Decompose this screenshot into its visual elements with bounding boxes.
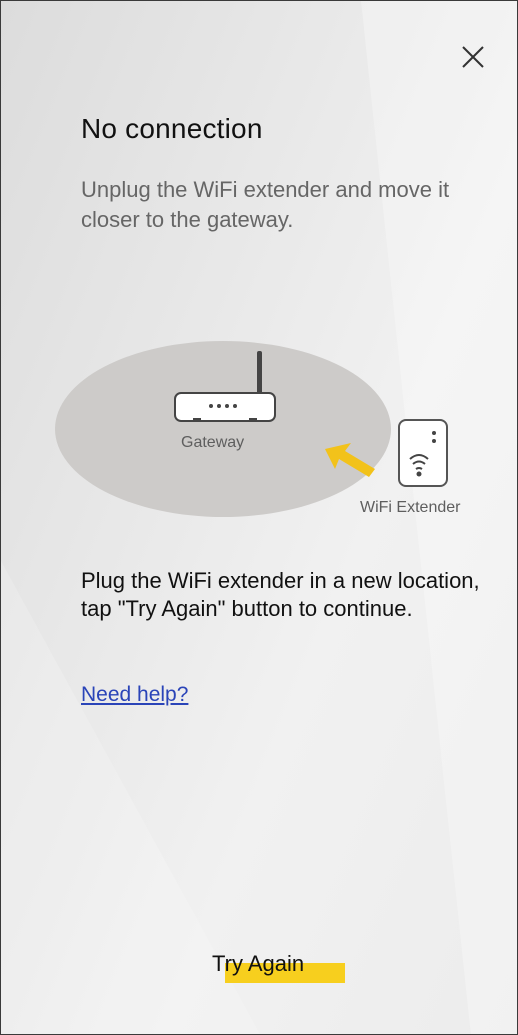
help-link[interactable]: Need help? — [81, 683, 188, 707]
instruction-text: Plug the WiFi extender in a new location… — [81, 568, 480, 621]
arrow-icon — [325, 443, 375, 477]
wifi-extender-icon — [409, 431, 436, 477]
extender-label: WiFi Extender — [360, 499, 461, 516]
close-button[interactable] — [453, 37, 493, 77]
try-again-label: Try Again — [212, 951, 305, 976]
wifi-extender-device — [398, 419, 448, 487]
gateway-label: Gateway — [181, 434, 245, 451]
no-connection-screen: No connection Unplug the WiFi extender a… — [0, 0, 518, 1035]
page-subtitle: Unplug the WiFi extender and move it clo… — [81, 177, 450, 232]
try-again-button[interactable]: Try Again — [201, 949, 351, 989]
page-title: No connection — [81, 113, 263, 144]
router-icon — [174, 351, 276, 422]
close-icon — [462, 46, 484, 68]
placement-illustration: Gateway WiFi Extender — [51, 321, 501, 551]
